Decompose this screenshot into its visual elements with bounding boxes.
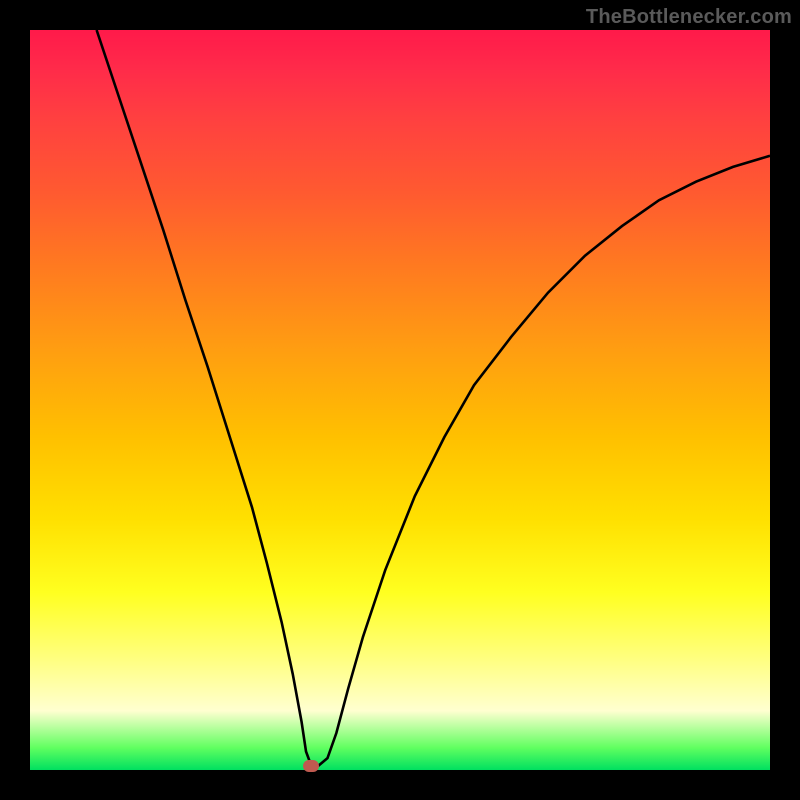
watermark-text: TheBottlenecker.com: [586, 6, 792, 29]
optimal-point-marker: [303, 760, 319, 772]
plot-area: [30, 30, 770, 770]
chart-frame: TheBottlenecker.com: [0, 0, 800, 800]
